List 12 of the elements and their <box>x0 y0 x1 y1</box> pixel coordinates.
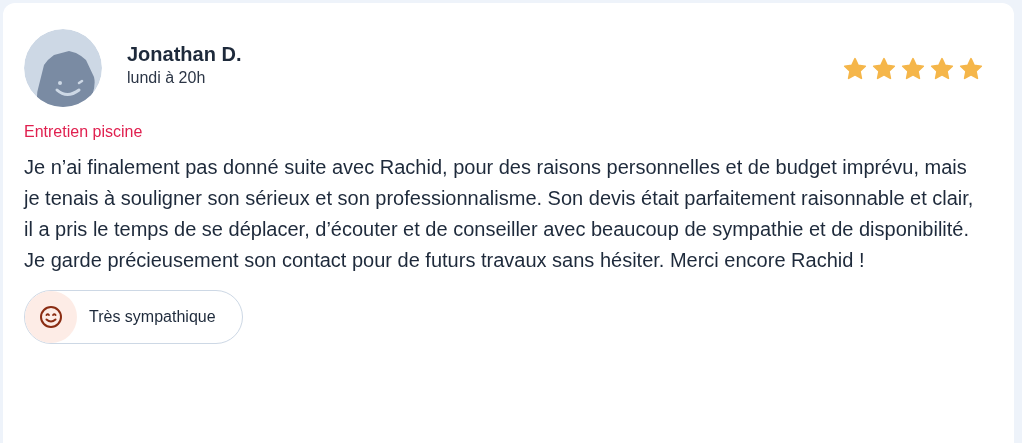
star-icon <box>958 56 984 82</box>
star-icon <box>929 56 955 82</box>
service-label: Entretien piscine <box>24 122 144 142</box>
author-name: Jonathan D. <box>127 42 242 67</box>
review-text: Je n’ai finalement pas donné suite avec Rachid, pour des raisons personnelles et de budget imprévu, mais je tenais à souligner son sérieux et son professionnalisme. Son devis était parfaitement raisonnable et clair, il a pris le temps de se déplacer, d’écouter et de conseiller avec beaucoup de sympathie et de disponibilité. Je garde précieusement son contact pour de futurs travaux sans hésiter. Merci encore Rachid ! <box>24 155 975 273</box>
star-icon <box>900 56 926 82</box>
avatar-icon <box>24 29 102 107</box>
smiley-icon <box>39 305 63 329</box>
star-icon <box>871 56 897 82</box>
trait-label: Très sympathique <box>89 307 216 327</box>
star-icon <box>842 56 868 82</box>
review-time: lundi à 20h <box>127 68 207 88</box>
